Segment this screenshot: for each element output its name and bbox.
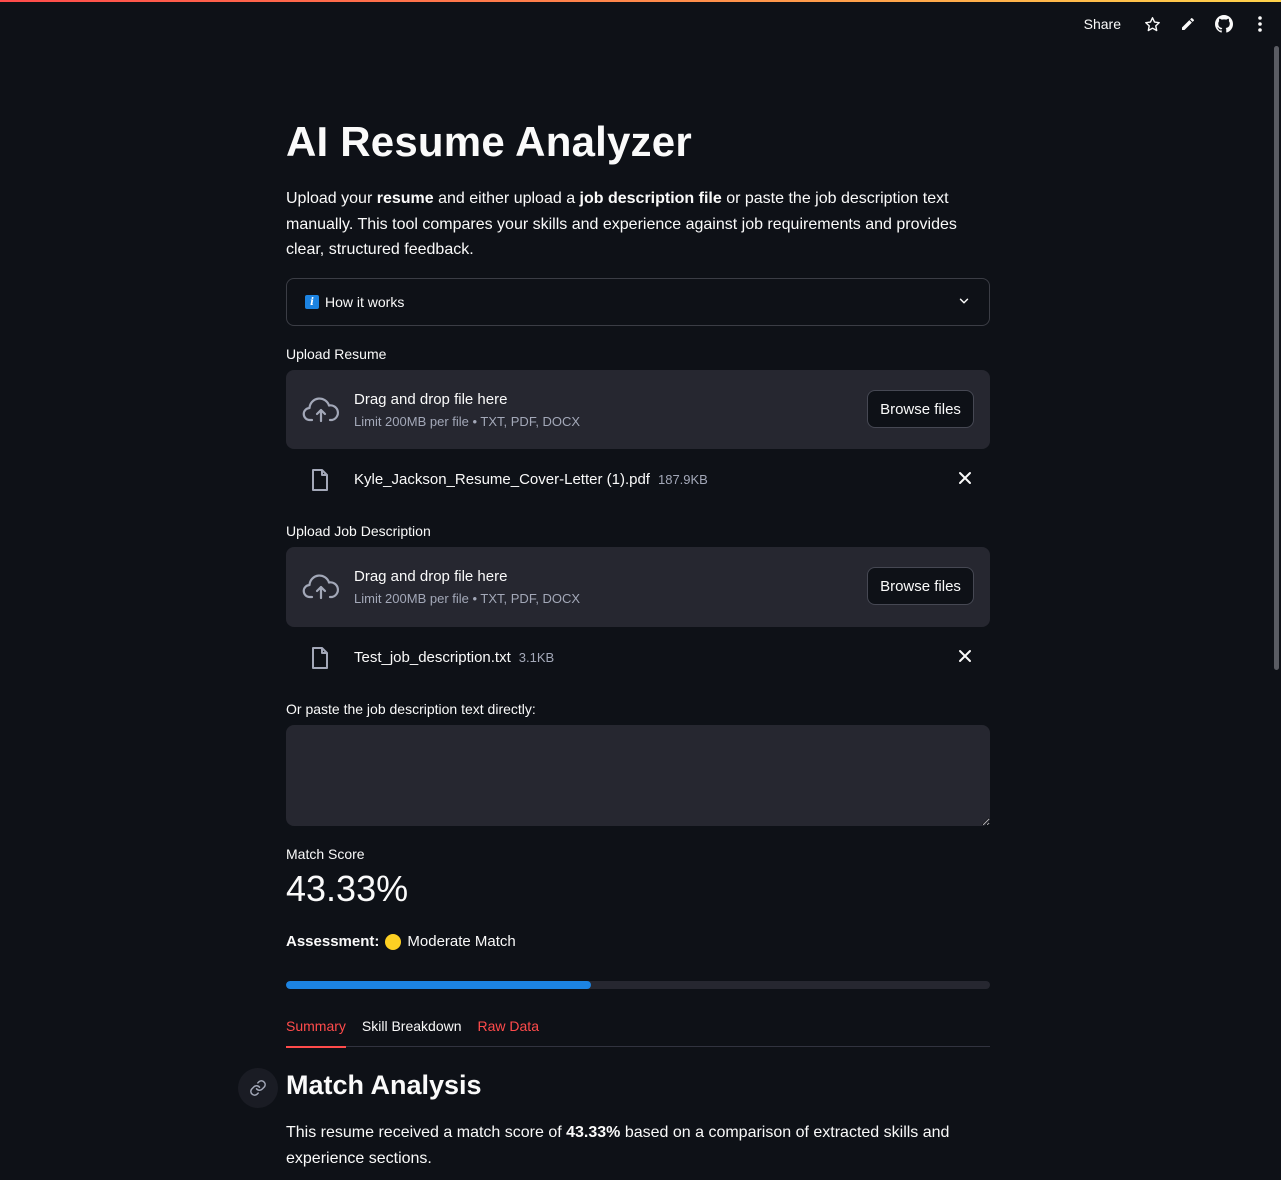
- resume-browse-button[interactable]: Browse files: [867, 390, 974, 428]
- jd-file-row: Test_job_description.txt 3.1KB: [286, 639, 990, 675]
- file-icon: [310, 646, 330, 675]
- dropzone-limit: Limit 200MB per file • TXT, PDF, DOCX: [354, 591, 581, 606]
- file-icon: [310, 468, 330, 497]
- dropzone-title: Drag and drop file here: [354, 390, 508, 408]
- intro-text: Upload your resume and either upload a j…: [286, 190, 957, 258]
- assessment-line: Assessment: Moderate Match: [286, 933, 516, 950]
- paste-jd-label: Or paste the job description text direct…: [286, 701, 536, 717]
- match-score-label: Match Score: [286, 846, 365, 862]
- upload-resume-label: Upload Resume: [286, 346, 387, 362]
- page-title: AI Resume Analyzer: [286, 118, 692, 165]
- share-button[interactable]: Share: [1084, 16, 1121, 32]
- remove-resume-close-icon[interactable]: [958, 471, 972, 490]
- dropzone-title: Drag and drop file here: [354, 568, 508, 585]
- match-analysis-text: This resume received a match score of 43…: [286, 1124, 950, 1167]
- dropzone-limit: Limit 200MB per file • TXT, PDF, DOCX: [354, 413, 581, 429]
- info-icon: i: [305, 295, 319, 309]
- upload-jd-label: Upload Job Description: [286, 523, 431, 539]
- github-icon[interactable]: [1213, 13, 1235, 35]
- chevron-down-icon: [957, 294, 971, 313]
- assessment-label: Assessment:: [286, 933, 380, 950]
- more-vertical-icon[interactable]: [1249, 13, 1271, 35]
- edit-pencil-icon[interactable]: [1177, 13, 1199, 35]
- jd-text-area[interactable]: [286, 725, 990, 826]
- results-tabs: Summary Skill Breakdown Raw Data: [286, 1014, 990, 1048]
- jd-browse-button[interactable]: Browse files: [867, 567, 974, 605]
- tab-summary[interactable]: Summary: [286, 1014, 346, 1048]
- cloud-upload-icon: [302, 395, 340, 425]
- match-analysis-heading: Match Analysis: [286, 1070, 482, 1100]
- yellow-circle-icon: [385, 933, 402, 950]
- tab-raw-data[interactable]: Raw Data: [478, 1014, 539, 1047]
- jd-file-name: Test_job_description.txt 3.1KB: [354, 648, 555, 666]
- top-decoration-stripe: [0, 0, 1281, 2]
- expander-label: How it works: [325, 294, 405, 310]
- resume-dropzone[interactable]: Drag and drop file here Limit 200MB per …: [286, 370, 990, 449]
- match-progress-bar: [286, 981, 990, 989]
- page-scrollbar[interactable]: [1274, 46, 1279, 670]
- resume-file-size: 187.9KB: [657, 471, 708, 487]
- assessment-value: Moderate Match: [407, 933, 516, 950]
- cloud-upload-icon: [302, 572, 340, 602]
- remove-jd-close-icon[interactable]: [958, 649, 972, 668]
- match-score-value: 43.33%: [286, 868, 409, 909]
- heading-link-icon[interactable]: [238, 1068, 278, 1108]
- app-toolbar: Share: [1084, 10, 1271, 38]
- tab-skill-breakdown[interactable]: Skill Breakdown: [362, 1014, 462, 1047]
- resume-file-name: Kyle_Jackson_Resume_Cover-Letter (1).pdf…: [354, 470, 708, 488]
- progress-fill: [286, 981, 592, 989]
- jd-file-size: 3.1KB: [518, 649, 555, 665]
- resume-file-row: Kyle_Jackson_Resume_Cover-Letter (1).pdf…: [286, 461, 990, 497]
- jd-dropzone[interactable]: Drag and drop file here Limit 200MB per …: [286, 547, 990, 627]
- star-icon[interactable]: [1141, 13, 1163, 35]
- how-it-works-expander[interactable]: i How it works: [286, 278, 990, 326]
